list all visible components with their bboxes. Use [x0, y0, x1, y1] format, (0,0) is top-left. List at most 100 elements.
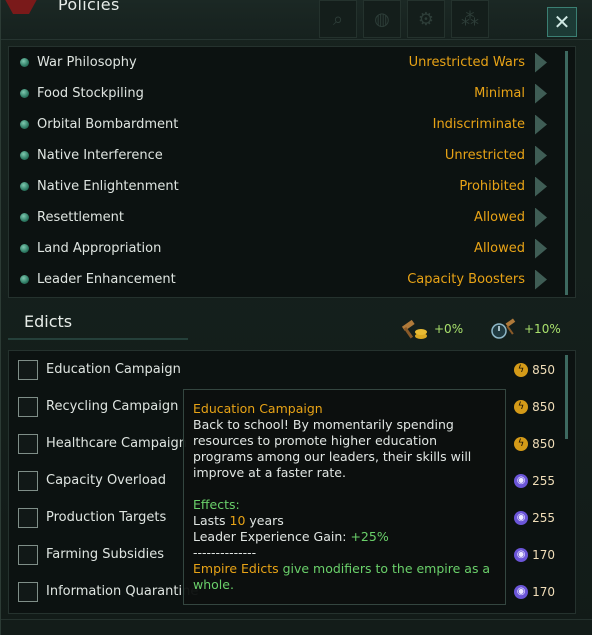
edict-checkbox[interactable] [18, 396, 38, 417]
nodes-icon[interactable]: ⁂ [451, 0, 489, 38]
edict-checkbox[interactable] [18, 544, 38, 565]
arrow-right-icon[interactable] [535, 52, 547, 73]
policy-name: Native Enlightenment [37, 179, 179, 194]
policy-value: Minimal [474, 86, 525, 101]
energy-icon: ϟ [514, 362, 529, 377]
policy-bullet-icon [20, 213, 29, 222]
policy-value: Allowed [474, 210, 525, 225]
edict-cost-amount: 255 [532, 510, 555, 525]
policy-value: Prohibited [459, 179, 525, 194]
edict-cost: ◉ 170 [514, 584, 555, 599]
effect-value: +25% [350, 529, 389, 544]
arrow-right-icon[interactable] [535, 83, 547, 104]
policy-name: Resettlement [37, 210, 125, 225]
arrow-right-icon[interactable] [535, 207, 547, 228]
policy-row[interactable]: Resettlement Allowed [9, 202, 575, 233]
edicts-scrollbar[interactable] [565, 355, 568, 439]
policies-scrollbar[interactable] [565, 51, 568, 295]
close-button[interactable]: ✕ [547, 7, 577, 37]
policy-name: Leader Enhancement [37, 272, 176, 287]
policies-window: Policies ⌕ ◍ ⚙ ⁂ ✕ War Philosophy Unrest… [0, 0, 592, 635]
edict-cost-amount: 170 [532, 584, 555, 599]
arrow-right-icon[interactable] [535, 114, 547, 135]
policy-name: Land Appropriation [37, 241, 162, 256]
policies-list: War Philosophy Unrestricted Wars Food St… [8, 46, 576, 298]
influence-icon: ◉ [514, 473, 529, 488]
tooltip-duration: Lasts 10 years [193, 513, 496, 529]
gear-icon[interactable]: ⚙ [407, 0, 445, 38]
edict-checkbox[interactable] [18, 359, 38, 380]
edict-cost-amount: 850 [532, 436, 555, 451]
policy-row[interactable]: Orbital Bombardment Indiscriminate [9, 109, 575, 140]
edict-name: Education Campaign [46, 362, 181, 377]
edict-name: Capacity Overload [46, 473, 166, 488]
policy-value: Indiscriminate [432, 117, 525, 132]
edict-cost-value: +0% [434, 322, 464, 336]
energy-icon: ϟ [514, 399, 529, 414]
policy-name: War Philosophy [37, 55, 137, 70]
policy-row[interactable]: Food Stockpiling Minimal [9, 78, 575, 109]
tooltip-footer-link: Empire Edicts [193, 561, 279, 576]
edicts-title: Edicts [24, 312, 73, 331]
edict-duration-modifier: +10% [490, 317, 561, 341]
tooltip-effects-label: Effects: [193, 497, 240, 512]
edict-cost-amount: 850 [532, 362, 555, 377]
arrow-right-icon[interactable] [535, 269, 547, 290]
edict-cost: ϟ 850 [514, 399, 555, 414]
policy-bullet-icon [20, 58, 29, 67]
policy-value: Capacity Boosters [407, 272, 525, 287]
edict-checkbox[interactable] [18, 581, 38, 602]
policy-bullet-icon [20, 89, 29, 98]
policy-bullet-icon [20, 275, 29, 284]
edict-row[interactable]: Education Campaign ϟ 850 [9, 351, 575, 388]
policy-bullet-icon [20, 182, 29, 191]
window-footer [1, 619, 592, 635]
edict-cost-amount: 850 [532, 399, 555, 414]
policy-name: Food Stockpiling [37, 86, 144, 101]
effect-label: Leader Experience Gain: [193, 529, 351, 544]
edict-tooltip: Education Campaign Back to school! By mo… [183, 389, 506, 605]
edict-checkbox[interactable] [18, 470, 38, 491]
policy-row[interactable]: War Philosophy Unrestricted Wars [9, 47, 575, 78]
edict-duration-value: +10% [524, 322, 561, 336]
duration-value: 10 [229, 513, 246, 528]
influence-icon: ◉ [514, 547, 529, 562]
window-title: Policies [58, 0, 120, 14]
policy-row[interactable]: Land Appropriation Allowed [9, 233, 575, 264]
policy-row[interactable]: Native Enlightenment Prohibited [9, 171, 575, 202]
tooltip-footer: Empire Edicts give modifiers to the empi… [193, 561, 496, 593]
edict-name: Information Quarantine [46, 584, 199, 599]
influence-icon: ◉ [514, 510, 529, 525]
energy-icon: ϟ [514, 436, 529, 451]
gavel-coins-icon [401, 319, 427, 339]
policy-name: Orbital Bombardment [37, 117, 179, 132]
arrow-right-icon[interactable] [535, 145, 547, 166]
edict-cost: ◉ 255 [514, 473, 555, 488]
policy-value: Unrestricted [444, 148, 525, 163]
tooltip-separator: -------------- [193, 545, 257, 560]
policy-bullet-icon [20, 151, 29, 160]
header-tab-icons: ⌕ ◍ ⚙ ⁂ [319, 0, 489, 38]
policy-value: Allowed [474, 241, 525, 256]
empire-emblem [1, 0, 41, 14]
edict-checkbox[interactable] [18, 433, 38, 454]
edicts-header: Edicts +0% +10% [8, 304, 576, 344]
edict-checkbox[interactable] [18, 507, 38, 528]
edict-name: Recycling Campaign [46, 399, 179, 414]
search-icon[interactable]: ⌕ [319, 0, 357, 38]
edict-name: Farming Subsidies [46, 547, 165, 562]
stopwatch-gavel-icon [491, 318, 516, 339]
edict-cost: ◉ 255 [514, 510, 555, 525]
policy-row[interactable]: Leader Enhancement Capacity Boosters [9, 264, 575, 295]
arrow-right-icon[interactable] [535, 176, 547, 197]
edicts-divider [8, 338, 188, 340]
edict-cost-modifier: +0% [400, 317, 463, 341]
policy-name: Native Interference [37, 148, 163, 163]
globe-icon[interactable]: ◍ [363, 0, 401, 38]
edict-cost: ϟ 850 [514, 436, 555, 451]
arrow-right-icon[interactable] [535, 238, 547, 259]
policy-row[interactable]: Native Interference Unrestricted [9, 140, 575, 171]
tooltip-effect: Leader Experience Gain: +25% [193, 529, 496, 545]
tooltip-description: Back to school! By momentarily spending … [193, 417, 472, 480]
window-header: Policies ⌕ ◍ ⚙ ⁂ ✕ [1, 0, 592, 40]
